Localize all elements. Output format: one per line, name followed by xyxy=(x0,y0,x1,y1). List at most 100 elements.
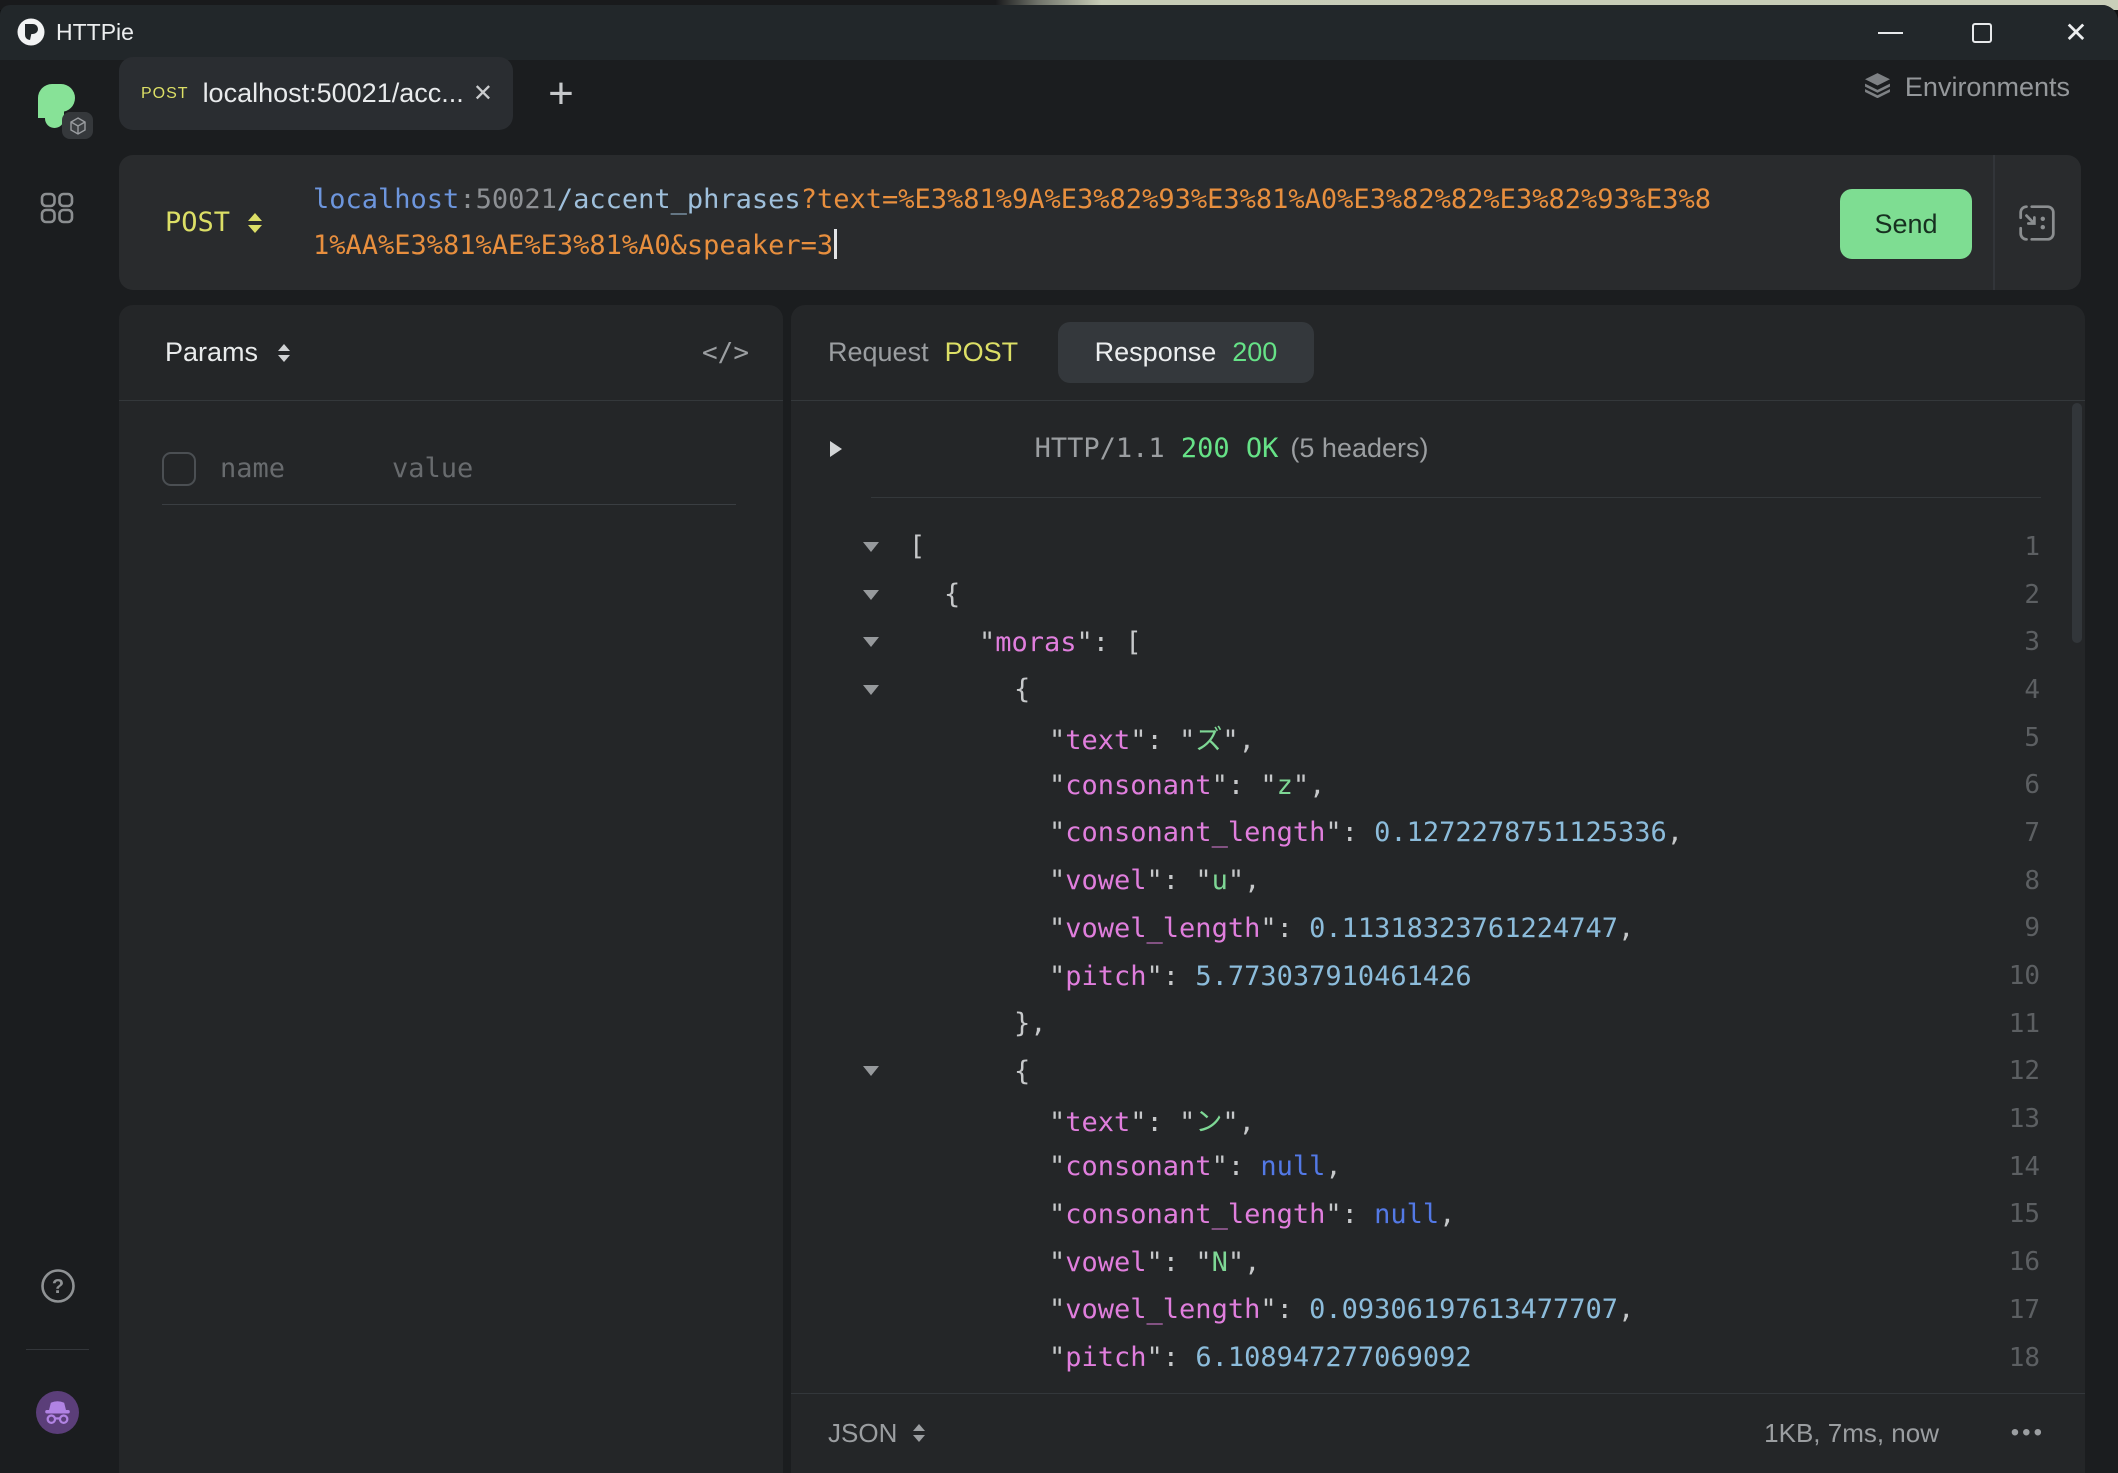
json-line: {4 xyxy=(791,666,2085,714)
json-line: "consonant_length": 0.1272278751125336,7 xyxy=(791,809,2085,857)
request-tab-label: Request xyxy=(828,337,929,368)
line-number: 3 xyxy=(2024,627,2040,657)
method-dropdown-icon xyxy=(248,213,262,233)
params-selector[interactable]: Params xyxy=(165,305,290,400)
more-options-button[interactable]: ••• xyxy=(2011,1394,2045,1472)
tab-request[interactable]: Request POST xyxy=(828,305,1018,400)
json-line: [1 xyxy=(791,523,2085,571)
url-line-2: 1%AA%E3%81%AE%E3%81%A0&speaker=3 xyxy=(313,223,1711,269)
tab-method-label: POST xyxy=(141,85,189,103)
code-icon: </> xyxy=(702,338,749,368)
tab-close-icon[interactable]: ✕ xyxy=(473,82,493,106)
window-title: HTTPie xyxy=(56,5,134,60)
request-tab[interactable]: POST localhost:50021/acc... ✕ xyxy=(119,57,513,130)
json-line: "consonant": "z",6 xyxy=(791,761,2085,809)
http-status: 200 OK xyxy=(1181,433,1279,464)
collapse-triangle-icon[interactable] xyxy=(863,1066,879,1076)
http-status-row[interactable]: HTTP/1.1 200 OK (5 headers) xyxy=(791,400,2085,497)
package-badge-icon xyxy=(62,112,93,139)
params-dropdown-icon xyxy=(278,344,290,362)
json-line: "moras": [3 xyxy=(791,618,2085,666)
line-number: 9 xyxy=(2024,913,2040,943)
json-line: "text": "ズ",5 xyxy=(791,714,2085,762)
json-line: "vowel_length": 0.09306197613477707,17 xyxy=(791,1286,2085,1334)
line-number: 17 xyxy=(2009,1295,2040,1325)
collapse-triangle-icon[interactable] xyxy=(863,637,879,647)
response-status-badge: 200 xyxy=(1232,337,1277,368)
line-number: 14 xyxy=(2009,1152,2040,1182)
http-protocol: HTTP/1.1 xyxy=(1035,433,1181,464)
line-number: 6 xyxy=(2024,770,2040,800)
line-number: 8 xyxy=(2024,866,2040,896)
params-panel: Params </> xyxy=(119,305,783,1473)
scrollbar-thumb[interactable] xyxy=(2072,403,2082,643)
maximize-button[interactable] xyxy=(1962,5,2002,60)
response-panel: Request POST Response 200 HTTP/1.1 200 O… xyxy=(791,305,2085,1473)
divider xyxy=(26,1349,89,1350)
layers-icon xyxy=(1864,71,1891,103)
response-pane-toggle-icon[interactable] xyxy=(2017,203,2057,248)
line-number: 12 xyxy=(2009,1056,2040,1086)
headers-note: (5 headers) xyxy=(1290,433,1428,464)
tab-response[interactable]: Response 200 xyxy=(1058,322,1314,383)
close-button[interactable]: ✕ xyxy=(2056,5,2096,60)
line-number: 16 xyxy=(2009,1247,2040,1277)
minimize-button[interactable] xyxy=(1870,5,1910,60)
environments-label: Environments xyxy=(1905,72,2070,103)
divider xyxy=(1993,155,1995,290)
json-code: [1{2"moras": [3{4"text": "ズ",5"consonant… xyxy=(791,497,2085,1381)
json-line: {2 xyxy=(791,571,2085,619)
line-number: 2 xyxy=(2024,580,2040,610)
line-number: 7 xyxy=(2024,818,2040,848)
param-value-input[interactable] xyxy=(390,452,670,485)
help-button[interactable]: ? xyxy=(40,1268,76,1304)
json-line: },11 xyxy=(791,1000,2085,1048)
send-label: Send xyxy=(1874,209,1937,240)
tab-title: localhost:50021/acc... xyxy=(203,78,464,109)
line-number: 5 xyxy=(2024,723,2040,753)
format-selector[interactable]: JSON xyxy=(828,1394,925,1472)
json-line: "consonant_length": null,15 xyxy=(791,1191,2085,1239)
response-footer: JSON 1KB, 7ms, now ••• xyxy=(791,1393,2085,1473)
collapse-triangle-icon[interactable] xyxy=(863,685,879,695)
request-tab-method: POST xyxy=(945,337,1019,368)
param-enabled-checkbox[interactable] xyxy=(162,452,196,486)
param-name-input[interactable] xyxy=(218,452,388,485)
json-line: "vowel_length": 0.11318323761224747,9 xyxy=(791,905,2085,953)
user-avatar[interactable] xyxy=(36,1391,79,1434)
code-view-toggle[interactable]: </> xyxy=(702,305,749,400)
collections-grid-button[interactable] xyxy=(40,192,74,224)
json-line: "consonant": null,14 xyxy=(791,1143,2085,1191)
format-label: JSON xyxy=(828,1418,897,1449)
httpie-window: HTTPie ✕ POST localhost:50021/acc... ✕ + xyxy=(0,5,2118,1473)
url-line-1: localhost:50021/accent_phrases?text=%E3%… xyxy=(313,177,1711,223)
svg-text:?: ? xyxy=(52,1276,64,1298)
collapse-triangle-icon[interactable] xyxy=(863,542,879,552)
json-line: "vowel": "N",16 xyxy=(791,1238,2085,1286)
new-tab-button[interactable]: + xyxy=(536,57,586,130)
line-number: 11 xyxy=(2009,1009,2040,1039)
param-row xyxy=(162,433,736,505)
screen: HTTPie ✕ POST localhost:50021/acc... ✕ + xyxy=(0,0,2118,1473)
divider xyxy=(119,400,783,401)
expand-triangle-icon[interactable] xyxy=(830,441,842,457)
format-dropdown-icon xyxy=(913,1424,925,1442)
collapse-triangle-icon[interactable] xyxy=(863,590,879,600)
line-number: 10 xyxy=(2009,961,2040,991)
close-icon: ✕ xyxy=(2064,19,2087,47)
method-label: POST xyxy=(165,207,230,238)
send-button[interactable]: Send xyxy=(1840,189,1972,259)
titlebar: HTTPie ✕ xyxy=(0,5,2118,60)
json-line: "text": "ン",13 xyxy=(791,1095,2085,1143)
plus-icon: + xyxy=(548,69,574,119)
response-tab-label: Response xyxy=(1095,337,1217,368)
url-bar: POST localhost:50021/accent_phrases?text… xyxy=(119,155,2081,290)
json-line: "pitch": 6.10894727706909218 xyxy=(791,1334,2085,1382)
json-line: "pitch": 5.77303791046142610 xyxy=(791,952,2085,1000)
method-selector[interactable]: POST xyxy=(165,155,262,290)
params-title: Params xyxy=(165,337,258,368)
line-number: 13 xyxy=(2009,1104,2040,1134)
url-input[interactable]: localhost:50021/accent_phrases?text=%E3%… xyxy=(313,177,1711,269)
line-number: 4 xyxy=(2024,675,2040,705)
environments-button[interactable]: Environments xyxy=(1864,57,2070,117)
